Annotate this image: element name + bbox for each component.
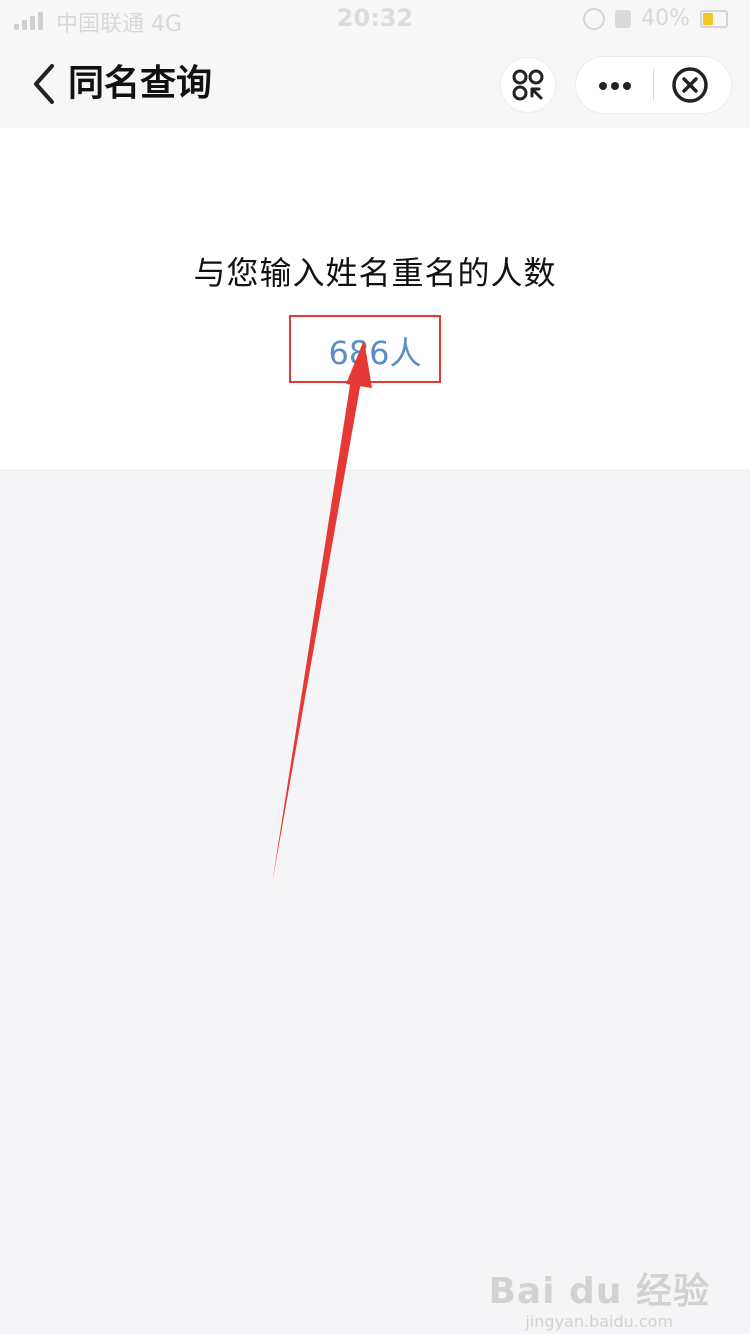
back-button[interactable] xyxy=(28,60,64,108)
mini-program-capsule xyxy=(575,56,732,114)
result-label: 与您输入姓名重名的人数 xyxy=(193,254,557,292)
battery-icon xyxy=(700,9,728,28)
scan-button[interactable] xyxy=(500,57,556,113)
nav-bar: 同名查询 xyxy=(0,40,750,128)
more-button[interactable] xyxy=(576,57,654,113)
result-card: 与您输入姓名重名的人数 686人 xyxy=(0,128,750,471)
baidu-jingyan-watermark: Bai du 经验 jingyan.baidu.com xyxy=(488,1262,710,1331)
watermark-url: jingyan.baidu.com xyxy=(525,1312,674,1331)
status-right-group: 40% xyxy=(583,6,728,31)
orientation-lock-icon xyxy=(615,9,632,28)
watermark-logo: Bai du 经验 xyxy=(488,1271,710,1312)
close-circle-icon xyxy=(672,67,708,103)
scan-code-icon xyxy=(512,69,544,101)
chevron-left-icon xyxy=(34,64,54,104)
status-bar: 中国联通 4G 20:32 40% xyxy=(0,0,750,40)
annotation-highlight-box xyxy=(289,315,441,383)
battery-percent: 40% xyxy=(641,6,690,31)
close-button[interactable] xyxy=(654,57,732,113)
page-title: 同名查询 xyxy=(68,63,213,104)
alarm-icon xyxy=(583,7,606,30)
